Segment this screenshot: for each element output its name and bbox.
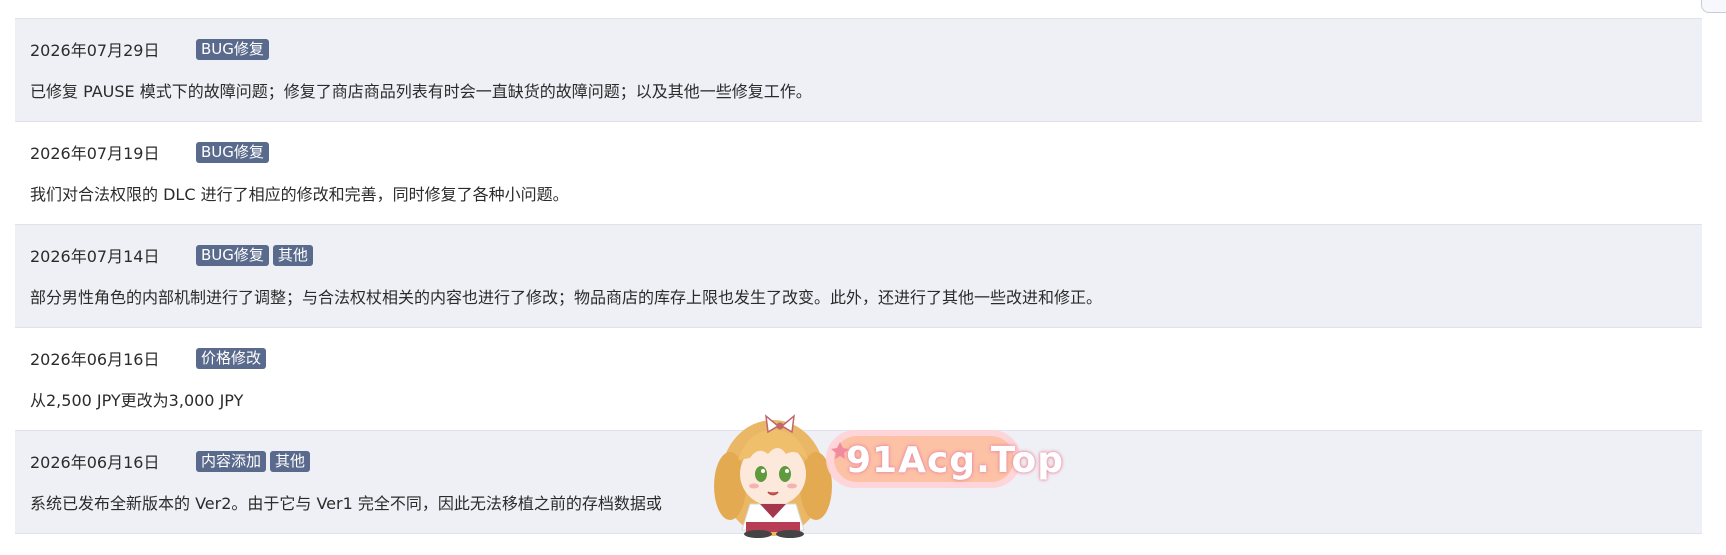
entry-header: 2026年07月19日 BUG修复: [30, 140, 1687, 164]
entry-description: 已修复 PAUSE 模式下的故障问题；修复了商店商品列表有时会一直缺货的故障问题…: [30, 82, 812, 101]
tag-badge[interactable]: BUG修复: [196, 244, 269, 266]
changelog-list: 2026年07月29日 BUG修复 已修复 PAUSE 模式下的故障问题；修复了…: [15, 18, 1702, 534]
entry-description: 系统已发布全新版本的 Ver2。由于它与 Ver1 完全不同，因此无法移植之前的…: [30, 494, 662, 513]
tag-badge[interactable]: 其他: [270, 450, 311, 472]
scroll-edge-control[interactable]: [1701, 0, 1726, 13]
tag-badge[interactable]: 价格修改: [196, 347, 267, 369]
changelog-entry: 2026年07月14日 BUG修复 其他 部分男性角色的内部机制进行了调整；与合…: [15, 225, 1702, 328]
entry-date: 2026年07月29日: [30, 41, 160, 60]
changelog-entry: 2026年06月16日 内容添加 其他 系统已发布全新版本的 Ver2。由于它与…: [15, 431, 1702, 534]
tag-badge[interactable]: BUG修复: [196, 141, 269, 163]
tag-badge[interactable]: 其他: [272, 244, 313, 266]
entry-tags: BUG修复: [196, 141, 269, 163]
entry-header: 2026年06月16日 内容添加 其他: [30, 449, 1687, 473]
entry-date: 2026年07月19日: [30, 144, 160, 163]
entry-header: 2026年07月14日 BUG修复 其他: [30, 243, 1687, 267]
tag-badge[interactable]: BUG修复: [196, 38, 269, 60]
entry-header: 2026年07月29日 BUG修复: [30, 37, 1687, 61]
entry-date: 2026年06月16日: [30, 350, 160, 369]
entry-tags: 内容添加 其他: [196, 450, 311, 472]
entry-description: 我们对合法权限的 DLC 进行了相应的修改和完善，同时修复了各种小问题。: [30, 185, 569, 204]
changelog-entry: 2026年07月19日 BUG修复 我们对合法权限的 DLC 进行了相应的修改和…: [15, 122, 1702, 225]
entry-date: 2026年06月16日: [30, 453, 160, 472]
page: 2026年07月29日 BUG修复 已修复 PAUSE 模式下的故障问题；修复了…: [0, 0, 1726, 555]
entry-date: 2026年07月14日: [30, 247, 160, 266]
tag-badge[interactable]: 内容添加: [196, 450, 267, 472]
changelog-entry: 2026年07月29日 BUG修复 已修复 PAUSE 模式下的故障问题；修复了…: [15, 19, 1702, 122]
entry-tags: 价格修改: [196, 347, 267, 369]
entry-description: 部分男性角色的内部机制进行了调整；与合法权杖相关的内容也进行了修改；物品商店的库…: [30, 288, 1103, 307]
changelog-entry: 2026年06月16日 价格修改 从2,500 JPY更改为3,000 JPY: [15, 328, 1702, 431]
entry-tags: BUG修复 其他: [196, 244, 313, 266]
entry-header: 2026年06月16日 价格修改: [30, 346, 1687, 370]
entry-tags: BUG修复: [196, 38, 269, 60]
entry-description: 从2,500 JPY更改为3,000 JPY: [30, 391, 244, 410]
